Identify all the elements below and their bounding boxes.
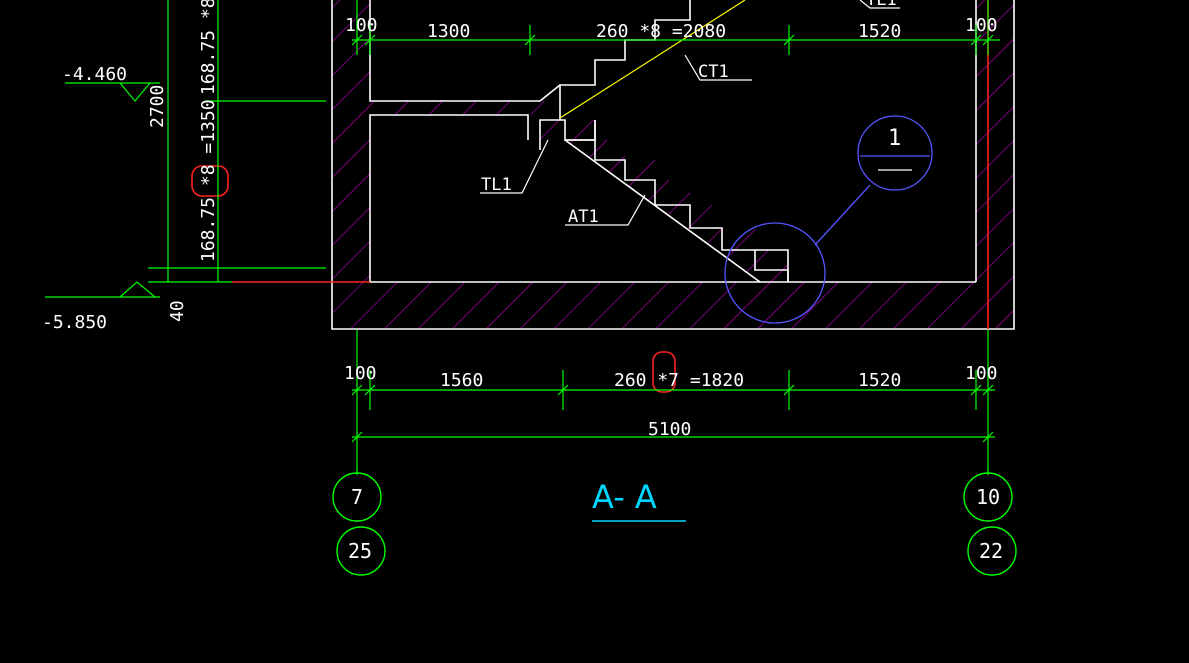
concrete-hatch xyxy=(332,0,1014,329)
vert-dim-lower: 168.75 *8 =1350 xyxy=(198,99,219,262)
axis-bubbles xyxy=(332,472,1017,576)
section-title: A- A xyxy=(592,478,657,516)
concrete-outline xyxy=(331,0,1015,330)
top-dim-left-wall: 100 xyxy=(345,15,378,36)
top-dim-seg1: 1300 xyxy=(427,21,470,42)
vert-dim-upper: 168.75 *8 =1350 xyxy=(198,0,219,95)
label-ct1: CT1 xyxy=(698,62,729,82)
top-dim-right-wall: 100 xyxy=(965,15,998,36)
label-tl-top: TL1 xyxy=(866,0,897,10)
dimension-lines xyxy=(45,0,1000,475)
label-tl1: TL1 xyxy=(481,175,512,195)
top-dim-seg3: 1520 xyxy=(858,21,901,42)
bottom-dim-seg3: 1520 xyxy=(858,370,901,391)
markup xyxy=(191,0,989,393)
bottom-dim-left-wall: 100 xyxy=(344,363,377,384)
axis-left-top: 7 xyxy=(351,485,363,509)
level-lower: -5.850 xyxy=(42,312,107,333)
level-upper: -4.460 xyxy=(62,64,127,85)
label-at1: AT1 xyxy=(568,207,599,227)
bottom-dim-right-wall: 100 xyxy=(965,363,998,384)
bottom-dim-overall: 5100 xyxy=(648,419,691,440)
bottom-dim-run: 260 *7 =1820 xyxy=(614,370,744,391)
ct1-leader xyxy=(559,0,746,119)
axis-left-bottom: 25 xyxy=(348,539,372,563)
top-dim-run: 260 *8 =2080 xyxy=(596,21,726,42)
detail-callout-number: 1 xyxy=(888,126,901,151)
vert-dim-bottom-gap: 40 xyxy=(167,300,188,322)
axis-right-bottom: 22 xyxy=(979,539,1003,563)
section-drawing: 100 1300 260 *8 =2080 1520 100 100 1560 … xyxy=(42,0,1017,576)
axis-right-top: 10 xyxy=(976,485,1000,509)
vert-dim-total: 2700 xyxy=(147,85,168,128)
bottom-dim-seg1: 1560 xyxy=(440,370,483,391)
